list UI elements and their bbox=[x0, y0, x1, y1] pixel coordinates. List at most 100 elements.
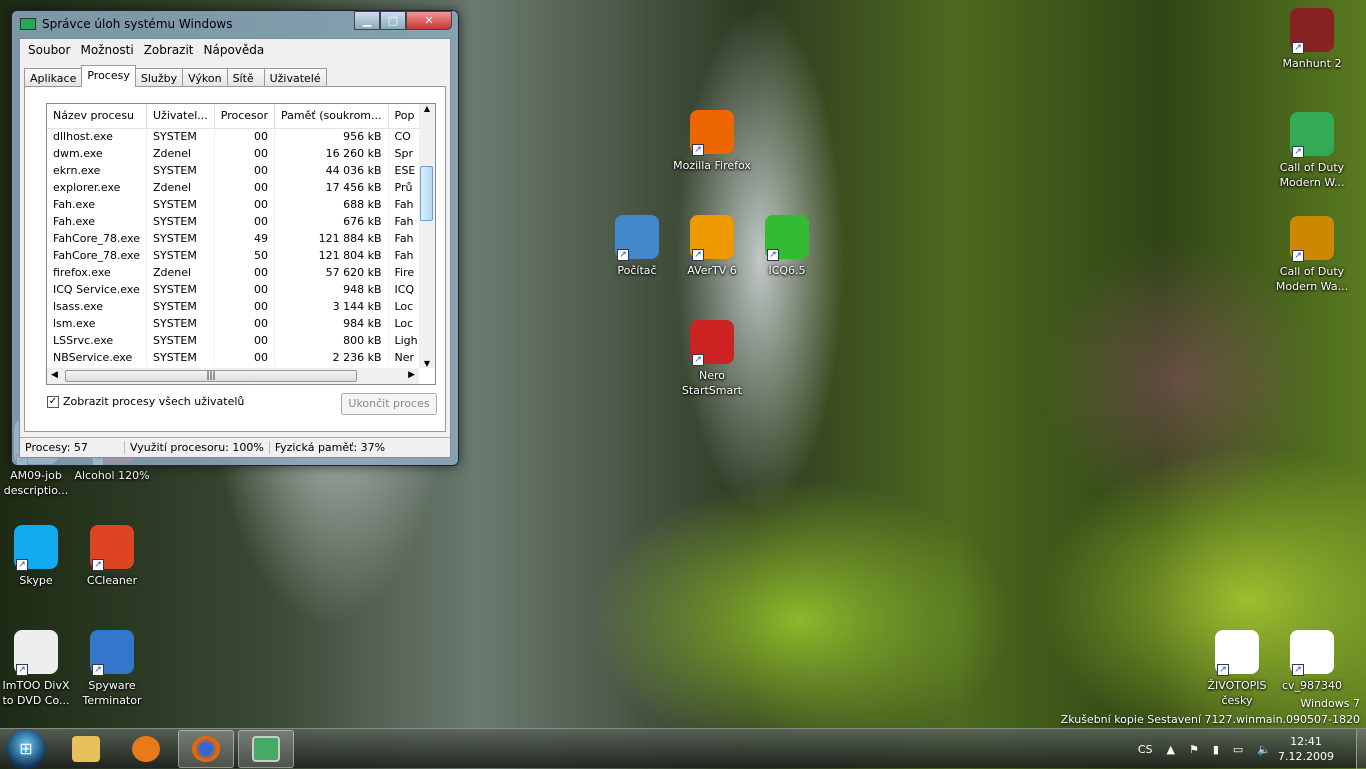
system-tray: CS ▲ ⚑ ▮ ▭ 🔈 12:41 7.12.2009 bbox=[1131, 729, 1366, 769]
menu-options[interactable]: Možnosti bbox=[75, 43, 138, 57]
desktop-icon-label: Manhunt 2 bbox=[1282, 57, 1342, 70]
table-row[interactable]: dllhost.exe SYSTEM 00 956 kB CO bbox=[47, 128, 425, 145]
table-row[interactable]: explorer.exe Zdenel 00 17 456 kB Prů bbox=[47, 179, 425, 196]
end-process-button[interactable]: Ukončit proces bbox=[341, 393, 437, 415]
show-desktop-button[interactable] bbox=[1356, 729, 1366, 769]
table-cell: firefox.exe bbox=[47, 264, 147, 281]
table-cell: 956 kB bbox=[274, 128, 389, 145]
desktop-icon-label: AVerTV 6 bbox=[687, 264, 737, 277]
table-cell: 984 kB bbox=[274, 315, 389, 332]
shortcut-icon: ↗ bbox=[615, 215, 659, 261]
network-icon[interactable]: ▭ bbox=[1233, 743, 1243, 756]
desktop-icon[interactable]: ↗ Manhunt 2 bbox=[1272, 8, 1352, 71]
desktop-icon[interactable]: ↗ cv_987340 bbox=[1272, 630, 1352, 693]
shortcut-icon: ↗ bbox=[765, 215, 809, 261]
desktop-icon[interactable]: ↗ Call of Duty Modern Wa... bbox=[1272, 216, 1352, 294]
table-row[interactable]: LSSrvc.exe SYSTEM 00 800 kB Ligh bbox=[47, 332, 425, 349]
table-cell: 00 bbox=[214, 162, 276, 179]
tab-users[interactable]: Uživatelé bbox=[263, 68, 327, 87]
desktop-icon[interactable]: ↗ AVerTV 6 bbox=[672, 215, 752, 278]
table-cell: 00 bbox=[214, 145, 276, 162]
table-cell: 00 bbox=[214, 213, 276, 230]
task-manager-icon bbox=[20, 18, 36, 30]
menu-view[interactable]: Zobrazit bbox=[139, 43, 199, 57]
desktop-icon[interactable]: ↗ ImTOO DivX to DVD Co... bbox=[0, 630, 76, 708]
desktop-icon-label: Alcohol 120% bbox=[74, 469, 150, 482]
table-cell: 00 bbox=[214, 298, 276, 315]
status-memory: Fyzická paměť: 37% bbox=[274, 441, 386, 454]
maximize-button[interactable]: □ bbox=[380, 11, 406, 30]
clock[interactable]: 12:41 7.12.2009 bbox=[1278, 734, 1334, 764]
desktop-icon-label: Call of Duty Modern W... bbox=[1279, 161, 1345, 189]
language-indicator[interactable]: CS bbox=[1138, 743, 1153, 756]
table-row[interactable]: ICQ Service.exe SYSTEM 00 948 kB ICQ bbox=[47, 281, 425, 298]
table-row[interactable]: NBService.exe SYSTEM 00 2 236 kB Ner bbox=[47, 349, 425, 366]
shortcut-icon: ↗ bbox=[690, 110, 734, 156]
table-row[interactable]: ekrn.exe SYSTEM 00 44 036 kB ESE bbox=[47, 162, 425, 179]
volume-icon[interactable]: 🔈 bbox=[1257, 743, 1271, 756]
table-row[interactable]: firefox.exe Zdenel 00 57 620 kB Fire bbox=[47, 264, 425, 281]
table-row[interactable]: Fah.exe SYSTEM 00 688 kB Fah bbox=[47, 196, 425, 213]
desktop-icon[interactable]: ↗ Spyware Terminator bbox=[72, 630, 152, 708]
table-row[interactable]: lsass.exe SYSTEM 00 3 144 kB Loc bbox=[47, 298, 425, 315]
taskbar-firefox[interactable] bbox=[178, 729, 234, 768]
desktop-icon-label: Mozilla Firefox bbox=[673, 159, 751, 172]
table-cell: SYSTEM bbox=[146, 247, 215, 264]
column-header-memory[interactable]: Paměť (soukrom... bbox=[274, 104, 389, 129]
task-manager-icon bbox=[252, 735, 280, 762]
checkbox[interactable]: ✓ bbox=[47, 395, 59, 408]
start-button[interactable]: ⊞ bbox=[6, 728, 46, 769]
table-cell: 00 bbox=[214, 128, 276, 145]
table-row[interactable]: lsm.exe SYSTEM 00 984 kB Loc bbox=[47, 315, 425, 332]
table-cell: Zdenel bbox=[146, 264, 215, 281]
table-cell: 00 bbox=[214, 332, 276, 349]
status-processes: Procesy: 57 bbox=[20, 441, 125, 454]
shortcut-icon: ↗ bbox=[14, 525, 58, 571]
minimize-button[interactable]: ▁ bbox=[354, 11, 380, 30]
table-cell: 17 456 kB bbox=[274, 179, 389, 196]
tab-networking[interactable]: Sítě bbox=[226, 68, 265, 87]
menu-bar: Soubor Možnosti Zobrazit Nápověda bbox=[20, 39, 450, 60]
table-cell: 50 bbox=[214, 247, 276, 264]
taskbar-task-manager[interactable] bbox=[238, 729, 294, 768]
vertical-scrollbar[interactable]: ▲ ▼ bbox=[419, 104, 435, 368]
taskbar-explorer[interactable] bbox=[58, 730, 114, 768]
column-header-cpu[interactable]: Procesor bbox=[214, 104, 276, 129]
table-cell: Fah.exe bbox=[47, 196, 147, 213]
power-icon[interactable]: ▮ bbox=[1213, 743, 1219, 756]
table-row[interactable]: FahCore_78.exe SYSTEM 49 121 884 kB Fah bbox=[47, 230, 425, 247]
menu-file[interactable]: Soubor bbox=[23, 43, 75, 57]
desktop-icon[interactable]: ↗ CCleaner bbox=[72, 525, 152, 588]
desktop-icon[interactable]: ↗ Počítač bbox=[597, 215, 677, 278]
desktop-icon-label: Skype bbox=[19, 574, 53, 587]
close-button[interactable]: ✕ bbox=[406, 11, 452, 30]
show-hidden-icons[interactable]: ▲ bbox=[1167, 743, 1175, 756]
horizontal-scrollbar[interactable]: ◀ ||| ▶ bbox=[47, 368, 419, 384]
table-cell: SYSTEM bbox=[146, 196, 215, 213]
tab-processes[interactable]: Procesy bbox=[81, 65, 136, 87]
desktop-icon[interactable]: ↗ Mozilla Firefox bbox=[672, 110, 752, 173]
tab-services[interactable]: Služby bbox=[134, 68, 184, 87]
desktop-icon[interactable]: ↗ Nero StartSmart bbox=[672, 320, 752, 398]
show-all-users-checkbox[interactable]: ✓ Zobrazit procesy všech uživatelů bbox=[47, 395, 244, 408]
table-cell: Zdenel bbox=[146, 145, 215, 162]
column-header-name[interactable]: Název procesu bbox=[47, 104, 147, 129]
desktop-icon[interactable]: ↗ Skype bbox=[0, 525, 76, 588]
table-cell: 57 620 kB bbox=[274, 264, 389, 281]
column-header-user[interactable]: Uživatel... bbox=[146, 104, 215, 129]
taskbar-media-player[interactable] bbox=[118, 730, 174, 768]
table-row[interactable]: dwm.exe Zdenel 00 16 260 kB Spr bbox=[47, 145, 425, 162]
action-center-icon[interactable]: ⚑ bbox=[1189, 743, 1199, 756]
table-cell: Fah.exe bbox=[47, 213, 147, 230]
tab-performance[interactable]: Výkon bbox=[182, 68, 228, 87]
table-cell: ICQ Service.exe bbox=[47, 281, 147, 298]
menu-help[interactable]: Nápověda bbox=[199, 43, 270, 57]
desktop-icon[interactable]: ↗ ICQ6.5 bbox=[747, 215, 827, 278]
table-row[interactable]: FahCore_78.exe SYSTEM 50 121 804 kB Fah bbox=[47, 247, 425, 264]
tab-applications[interactable]: Aplikace bbox=[24, 68, 83, 87]
desktop-icon[interactable]: ↗ ŽIVOTOPIS česky bbox=[1197, 630, 1277, 708]
table-cell: dllhost.exe bbox=[47, 128, 147, 145]
table-row[interactable]: Fah.exe SYSTEM 00 676 kB Fah bbox=[47, 213, 425, 230]
desktop-icon[interactable]: ↗ Call of Duty Modern W... bbox=[1272, 112, 1352, 190]
table-cell: 800 kB bbox=[274, 332, 389, 349]
